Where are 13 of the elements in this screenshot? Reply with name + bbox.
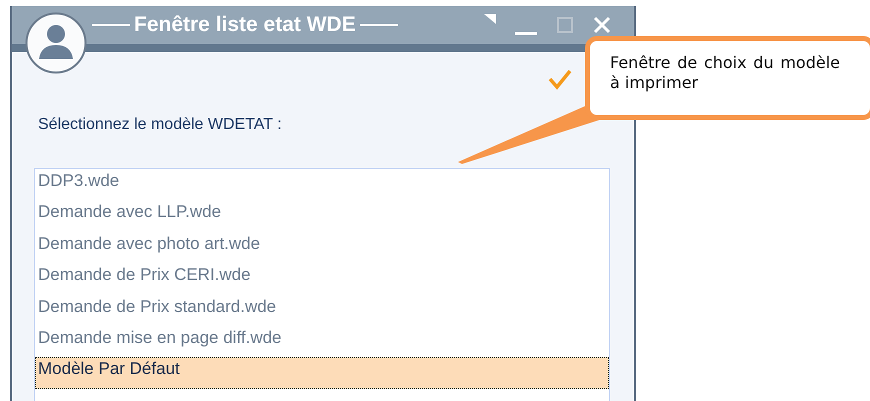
list-item[interactable]: Demande mise en page diff.wde	[35, 326, 609, 358]
resize-corner-icon[interactable]	[484, 14, 496, 24]
list-item[interactable]: Modèle Par Défaut	[35, 357, 609, 389]
callout-note: Fenêtre de choix du modèle à imprimer	[585, 36, 870, 120]
list-item[interactable]: Demande avec photo art.wde	[35, 232, 609, 264]
checkmark-icon[interactable]	[548, 68, 572, 90]
close-icon[interactable]	[592, 15, 612, 35]
window-title: Fenêtre liste etat WDE	[134, 13, 356, 37]
prompt-label: Sélectionnez le modèle WDETAT :	[38, 116, 282, 134]
list-item[interactable]: Demande avec LLP.wde	[35, 200, 609, 232]
list-item[interactable]: Demande de Prix CERI.wde	[35, 263, 609, 295]
list-item[interactable]: DDP3.wde	[35, 169, 609, 200]
list-item[interactable]: Demande de Prix standard.wde	[35, 294, 609, 326]
